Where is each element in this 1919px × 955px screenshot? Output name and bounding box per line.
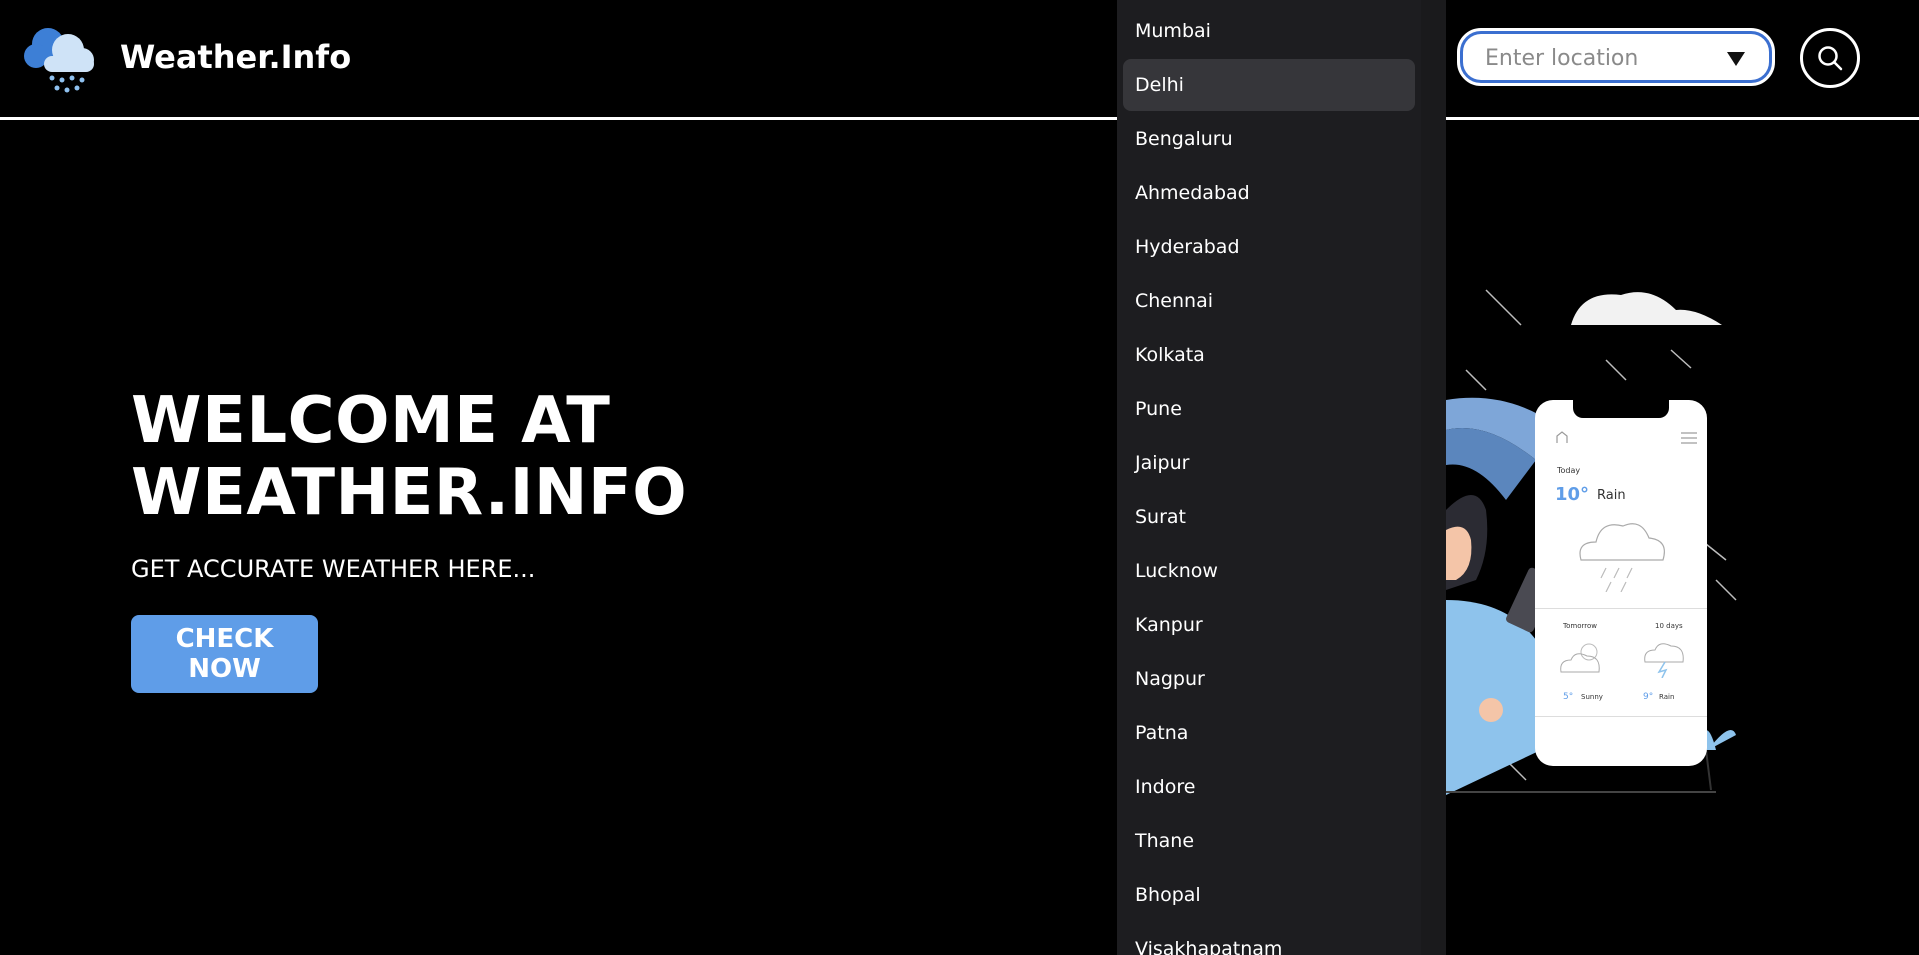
- dropdown-option[interactable]: Ahmedabad: [1123, 167, 1415, 219]
- phone-tomorrow-condition: Sunny: [1581, 693, 1603, 701]
- phone-divider-bottom: [1535, 716, 1707, 717]
- dropdown-option[interactable]: Thane: [1123, 815, 1415, 867]
- hero-subtitle: GET ACCURATE WEATHER HERE...: [131, 555, 536, 583]
- phone-notch: [1573, 400, 1669, 418]
- dropdown-option[interactable]: Indore: [1123, 761, 1415, 813]
- search-button[interactable]: [1800, 28, 1860, 88]
- search-icon: [1818, 46, 1843, 71]
- phone-tomorrow-label: Tomorrow: [1563, 622, 1597, 630]
- hero-title: WELCOME AT WEATHER.INFO: [131, 385, 931, 529]
- dropdown-option[interactable]: Jaipur: [1123, 437, 1415, 489]
- dropdown-option[interactable]: Delhi: [1123, 59, 1415, 111]
- phone-mockup: Today 10° Rain Tomorrow 10 days 5° Sunny…: [1535, 400, 1707, 766]
- location-search-inner: [1463, 34, 1769, 82]
- phone-menu-icon: [1681, 432, 1697, 444]
- dropdown-option[interactable]: Surat: [1123, 491, 1415, 543]
- phone-today-label: Today: [1557, 466, 1581, 475]
- rain-cloud-logo-icon: [24, 28, 94, 93]
- dropdown-scrollbar[interactable]: [1421, 0, 1446, 955]
- dropdown-option[interactable]: Patna: [1123, 707, 1415, 759]
- dropdown-option[interactable]: Chennai: [1123, 275, 1415, 327]
- dropdown-option[interactable]: Nagpur: [1123, 653, 1415, 705]
- brand-title[interactable]: Weather.Info: [120, 38, 351, 76]
- phone-sun-cloud-icon: [1560, 643, 1600, 673]
- location-input[interactable]: [1483, 34, 1717, 82]
- dropdown-option[interactable]: Kolkata: [1123, 329, 1415, 381]
- phone-today-temp: 10°: [1555, 484, 1590, 505]
- dropdown-option[interactable]: Kanpur: [1123, 599, 1415, 651]
- dropdown-arrow-icon[interactable]: [1727, 52, 1745, 66]
- dropdown-option[interactable]: Hyderabad: [1123, 221, 1415, 273]
- hero-title-line1: WELCOME AT: [131, 384, 611, 458]
- dropdown-option[interactable]: Lucknow: [1123, 545, 1415, 597]
- dropdown-option[interactable]: Pune: [1123, 383, 1415, 435]
- dropdown-option[interactable]: Visakhapatnam: [1123, 923, 1415, 955]
- header: Weather.Info: [0, 0, 1919, 118]
- location-search-box[interactable]: [1457, 28, 1775, 86]
- phone-ten-days-condition: Rain: [1659, 693, 1675, 701]
- phone-tomorrow-temp: 5°: [1563, 692, 1574, 702]
- phone-home-icon: [1556, 431, 1568, 443]
- phone-divider: [1535, 608, 1707, 609]
- dropdown-option[interactable]: Bengaluru: [1123, 113, 1415, 165]
- phone-storm-cloud-icon: [1644, 643, 1684, 678]
- phone-ten-days-temp: 9°: [1643, 692, 1654, 702]
- check-now-button[interactable]: CHECK NOW: [131, 615, 318, 693]
- hero-title-line2: WEATHER.INFO: [131, 456, 688, 530]
- phone-today-condition: Rain: [1597, 488, 1626, 503]
- header-divider: [0, 117, 1919, 120]
- dropdown-option[interactable]: Bhopal: [1123, 869, 1415, 921]
- page: Weather.Info WELCOME AT WEATHER.INFO GET…: [0, 0, 1919, 955]
- location-dropdown-list[interactable]: Mumbai Delhi Bengaluru Ahmedabad Hyderabad Ch…: [1117, 0, 1446, 955]
- phone-rain-cloud-icon: [1579, 523, 1665, 592]
- phone-ten-days-label: 10 days: [1655, 622, 1683, 630]
- dropdown-option[interactable]: Mumbai: [1123, 5, 1415, 57]
